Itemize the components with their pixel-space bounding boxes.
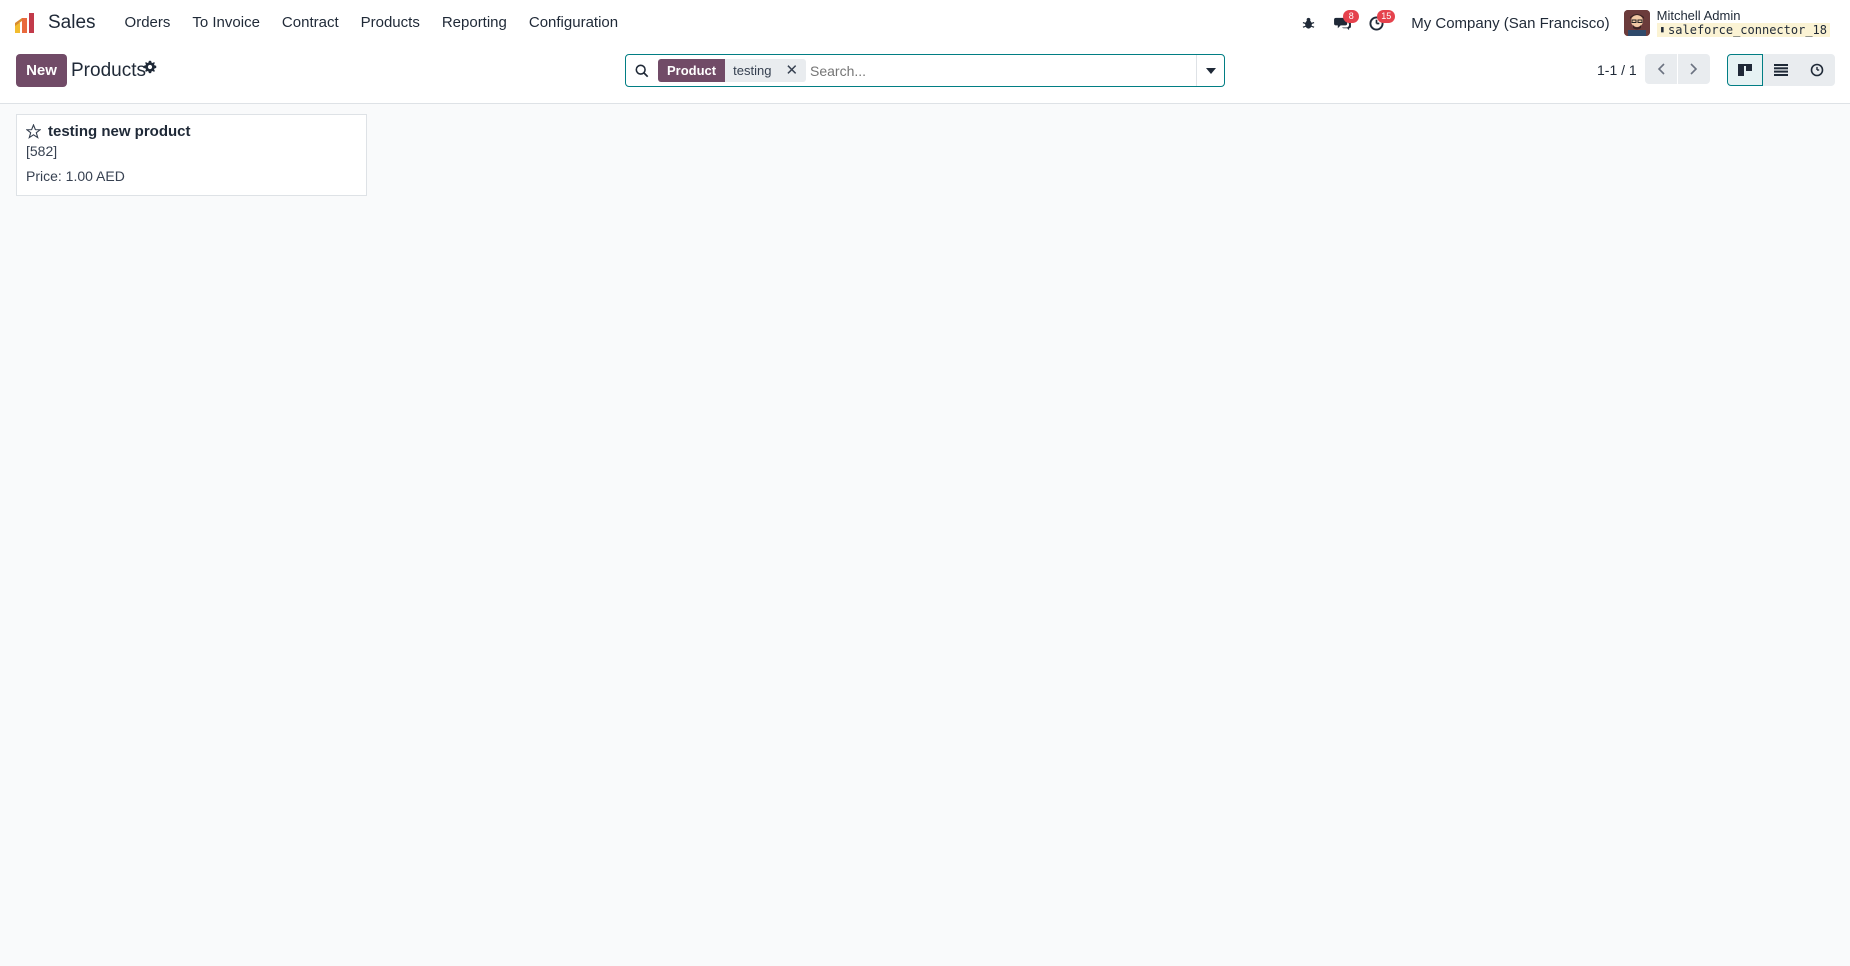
chevron-right-icon — [1690, 63, 1698, 75]
facet-label: Product — [658, 59, 726, 82]
activities-count-badge: 15 — [1377, 10, 1396, 23]
search-facet: Product testing ✕ — [658, 59, 807, 82]
search-bar: Product testing ✕ — [625, 54, 1225, 87]
new-button[interactable]: New — [16, 54, 67, 87]
caret-down-icon — [1205, 67, 1216, 74]
activity-view-button[interactable] — [1799, 54, 1835, 86]
pager-next-button[interactable] — [1678, 54, 1710, 84]
kanban-view-button[interactable] — [1727, 54, 1763, 86]
list-view-button[interactable] — [1763, 54, 1799, 86]
menu-item-to-invoice[interactable]: To Invoice — [181, 0, 271, 46]
facet-value: testing — [733, 63, 772, 78]
pager-value[interactable]: 1-1 / 1 — [1597, 62, 1637, 78]
user-menu[interactable]: Mitchell Admin ▮ saleforce_connector_18 — [1656, 8, 1830, 37]
messages-icon[interactable]: 8 — [1325, 0, 1360, 46]
main-menu: Orders To Invoice Contract Products Repo… — [114, 0, 630, 46]
search-input[interactable] — [810, 56, 1196, 85]
kanban-record-card[interactable]: testing new product [582] Price: 1.00 AE… — [16, 114, 367, 196]
activities-clock-icon[interactable]: 15 — [1359, 0, 1396, 46]
database-name: ▮ saleforce_connector_18 — [1656, 23, 1830, 37]
messages-count-badge: 8 — [1343, 10, 1360, 23]
product-code: [582] — [26, 143, 58, 159]
gear-icon[interactable] — [143, 60, 157, 79]
menu-item-orders[interactable]: Orders — [114, 0, 182, 46]
control-panel: New Products Product testing ✕ 1 — [0, 46, 1850, 104]
debug-bug-icon[interactable] — [1291, 0, 1325, 46]
sales-app-icon[interactable] — [14, 11, 38, 35]
app-name[interactable]: Sales — [48, 12, 96, 34]
product-name: testing new product — [48, 123, 191, 140]
facet-value-container: testing ✕ — [725, 59, 807, 82]
user-avatar[interactable] — [1623, 10, 1650, 36]
product-price: Price: 1.00 AED — [26, 168, 125, 184]
top-navbar: Sales Orders To Invoice Contract Product… — [0, 0, 1850, 46]
favorite-star-icon[interactable] — [25, 123, 42, 144]
menu-item-contract[interactable]: Contract — [271, 0, 350, 46]
navbar-systray: 8 15 My Company (San Francisco) Mitchell… — [1291, 0, 1830, 46]
database-label: saleforce_connector_18 — [1668, 23, 1827, 37]
clock-icon — [1810, 63, 1824, 77]
user-name: Mitchell Admin — [1656, 8, 1741, 23]
view-switcher — [1727, 54, 1835, 86]
pager-buttons — [1645, 54, 1710, 84]
kanban-view-icon — [1738, 64, 1752, 76]
menu-item-products[interactable]: Products — [350, 0, 431, 46]
pager-previous-button[interactable] — [1645, 54, 1677, 84]
menu-item-configuration[interactable]: Configuration — [518, 0, 629, 46]
menu-item-reporting[interactable]: Reporting — [431, 0, 518, 46]
search-icon[interactable] — [626, 64, 658, 78]
database-icon: ▮ — [1659, 25, 1666, 35]
search-options-toggle[interactable] — [1196, 55, 1224, 86]
chevron-left-icon — [1657, 63, 1665, 75]
company-switcher[interactable]: My Company (San Francisco) — [1411, 15, 1609, 32]
list-view-icon — [1774, 64, 1788, 76]
close-icon[interactable]: ✕ — [785, 59, 798, 82]
page-title[interactable]: Products — [71, 60, 146, 82]
